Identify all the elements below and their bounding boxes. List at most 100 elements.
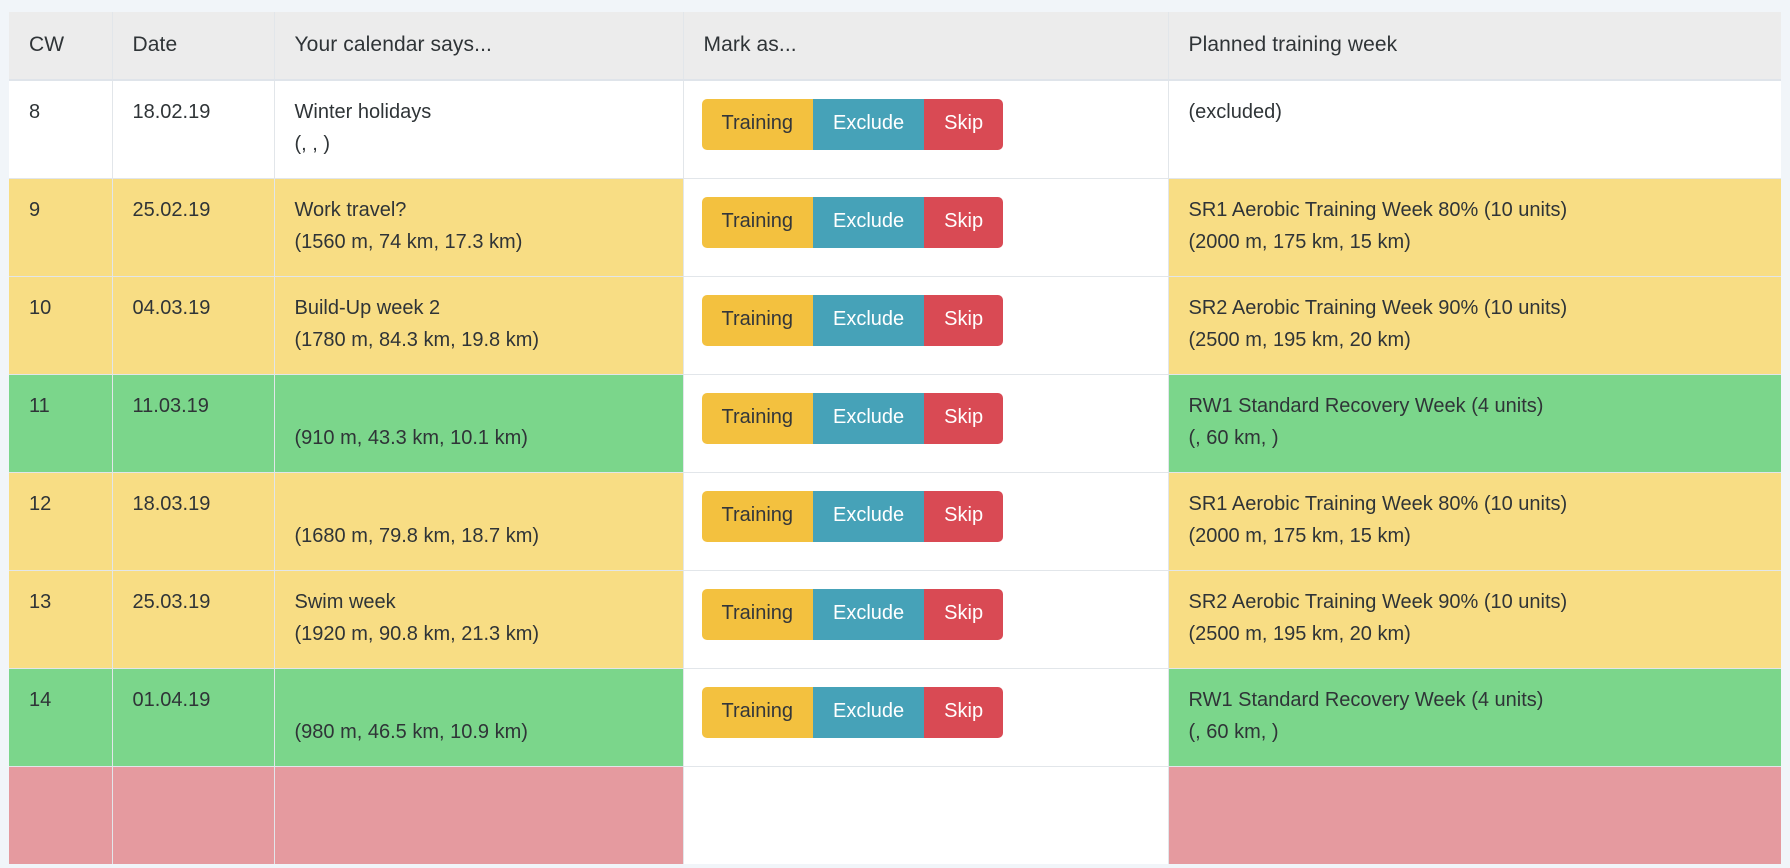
planned-week-stats: (2500 m, 195 km, 20 km): [1188, 329, 1411, 351]
mark-as-training-button[interactable]: Training: [701, 687, 814, 738]
planned-week-title: RW1 Standard Recovery Week (4 units): [1188, 395, 1544, 417]
page-root: CW Date Your calendar says... Mark as...…: [0, 0, 1790, 868]
mark-as-exclude-button[interactable]: Exclude: [813, 589, 925, 640]
cell-calendar-event: (1680 m, 79.8 km, 18.7 km): [274, 472, 684, 571]
mark-as-exclude-button[interactable]: Exclude: [813, 393, 925, 444]
cell-cw: [9, 766, 113, 864]
cell-mark-as: [683, 766, 1169, 864]
mark-as-button-group: Training Exclude Skip: [701, 99, 1004, 150]
mark-as-skip-button[interactable]: Skip: [924, 589, 1004, 640]
calendar-event-stats: (980 m, 46.5 km, 10.9 km): [294, 721, 528, 743]
table-row: 11 11.03.19 (910 m, 43.3 km, 10.1 km) Train…: [9, 374, 1781, 473]
planned-week-stats: (2000 m, 175 km, 15 km): [1188, 231, 1411, 253]
planned-week-title: RW1 Standard Recovery Week (4 units): [1188, 689, 1544, 711]
cell-date: 25.03.19: [112, 570, 275, 669]
calendar-event-title: [295, 685, 663, 716]
cell-date: 04.03.19: [112, 276, 275, 375]
cell-calendar-event: [274, 766, 684, 864]
cell-planned-training-week: SR1 Aerobic Training Week 80% (10 units)…: [1168, 472, 1781, 571]
cell-calendar-event: Winter holidays (, , ): [274, 80, 684, 179]
cell-calendar-event: (980 m, 46.5 km, 10.9 km): [274, 668, 684, 767]
table-row: 14 01.04.19 (980 m, 46.5 km, 10.9 km) Train…: [9, 668, 1781, 767]
cell-calendar-event: (910 m, 43.3 km, 10.1 km): [274, 374, 684, 473]
cell-calendar-event: Swim week (1920 m, 90.8 km, 21.3 km): [274, 570, 684, 669]
cell-planned-training-week: RW1 Standard Recovery Week (4 units) (, 6…: [1168, 374, 1781, 473]
mark-as-skip-button[interactable]: Skip: [924, 393, 1004, 444]
column-header-cw: CW: [9, 12, 113, 81]
mark-as-training-button[interactable]: Training: [701, 197, 814, 248]
planned-week-stats: [1189, 129, 1762, 160]
column-header-mark: Mark as...: [683, 12, 1169, 81]
calendar-event-title: [295, 783, 663, 814]
mark-as-exclude-button[interactable]: Exclude: [813, 687, 925, 738]
mark-as-training-button[interactable]: Training: [701, 491, 814, 542]
cell-calendar-event: Build-Up week 2 (1780 m, 84.3 km, 19.8 km…: [274, 276, 684, 375]
cell-cw: 11: [9, 374, 113, 473]
table-body: 8 18.02.19 Winter holidays (, , ) Training Ex…: [9, 80, 1781, 864]
table-row: [9, 766, 1781, 864]
cell-date: 01.04.19: [112, 668, 275, 767]
cell-cw: 13: [9, 570, 113, 669]
mark-as-exclude-button[interactable]: Exclude: [813, 99, 925, 150]
calendar-event-title: Work travel?: [294, 199, 407, 221]
calendar-event-stats: (1680 m, 79.8 km, 18.7 km): [294, 525, 540, 547]
mark-as-skip-button[interactable]: Skip: [924, 99, 1004, 150]
table-header: CW Date Your calendar says... Mark as...…: [9, 12, 1781, 81]
calendar-event-stats: [295, 815, 663, 846]
cell-mark-as: Training Exclude Skip: [683, 374, 1169, 473]
mark-as-exclude-button[interactable]: Exclude: [813, 295, 925, 346]
cell-cw: 14: [9, 668, 113, 767]
cell-mark-as: Training Exclude Skip: [683, 178, 1169, 277]
mark-as-skip-button[interactable]: Skip: [924, 197, 1004, 248]
cell-planned-training-week: (excluded): [1168, 80, 1781, 179]
table-row: 8 18.02.19 Winter holidays (, , ) Training Ex…: [9, 80, 1781, 179]
cell-planned-training-week: RW1 Standard Recovery Week (4 units) (, 6…: [1168, 668, 1781, 767]
column-header-date: Date: [112, 12, 275, 81]
mark-as-training-button[interactable]: Training: [701, 295, 814, 346]
mark-as-training-button[interactable]: Training: [701, 393, 814, 444]
cell-cw: 9: [9, 178, 113, 277]
planned-week-stats: (2000 m, 175 km, 15 km): [1188, 525, 1411, 547]
cell-planned-training-week: SR2 Aerobic Training Week 90% (10 units)…: [1168, 570, 1781, 669]
planned-week-title: SR1 Aerobic Training Week 80% (10 units): [1188, 493, 1568, 515]
mark-as-button-group: Training Exclude Skip: [701, 687, 1004, 738]
calendar-event-stats: (910 m, 43.3 km, 10.1 km): [294, 427, 528, 449]
mark-as-exclude-button[interactable]: Exclude: [813, 491, 925, 542]
mark-as-skip-button[interactable]: Skip: [924, 295, 1004, 346]
mark-as-training-button[interactable]: Training: [701, 99, 814, 150]
cell-calendar-event: Work travel? (1560 m, 74 km, 17.3 km): [274, 178, 684, 277]
cell-date: [112, 766, 275, 864]
mark-as-button-group: Training Exclude Skip: [701, 197, 1004, 248]
planned-week-stats: (2500 m, 195 km, 20 km): [1188, 623, 1411, 645]
planned-week-stats: [1189, 815, 1762, 846]
training-plan-table: CW Date Your calendar says... Mark as...…: [9, 12, 1781, 864]
planned-week-title: SR1 Aerobic Training Week 80% (10 units): [1188, 199, 1568, 221]
mark-as-skip-button[interactable]: Skip: [924, 491, 1004, 542]
calendar-event-stats: (1780 m, 84.3 km, 19.8 km): [294, 329, 540, 351]
table-row: 10 04.03.19 Build-Up week 2 (1780 m, 84.3 k…: [9, 276, 1781, 375]
cell-date: 18.02.19: [112, 80, 275, 179]
cell-mark-as: Training Exclude Skip: [683, 472, 1169, 571]
mark-as-button-group: Training Exclude Skip: [701, 491, 1004, 542]
planned-week-stats: (, 60 km, ): [1188, 721, 1279, 743]
mark-as-skip-button[interactable]: Skip: [924, 687, 1004, 738]
cell-date: 11.03.19: [112, 374, 275, 473]
planned-week-title: SR2 Aerobic Training Week 90% (10 units): [1188, 297, 1568, 319]
planned-week-title: [1189, 783, 1762, 814]
planned-week-title: (excluded): [1188, 101, 1282, 123]
mark-as-button-group: Training Exclude Skip: [701, 393, 1004, 444]
mark-as-training-button[interactable]: Training: [701, 589, 814, 640]
mark-as-exclude-button[interactable]: Exclude: [813, 197, 925, 248]
calendar-event-title: [295, 489, 663, 520]
calendar-event-stats: (, , ): [294, 133, 331, 155]
calendar-event-title: Build-Up week 2: [294, 297, 441, 319]
cell-date: 18.03.19: [112, 472, 275, 571]
calendar-event-stats: (1560 m, 74 km, 17.3 km): [294, 231, 523, 253]
calendar-event-title: Swim week: [294, 591, 396, 613]
mark-as-button-group: Training Exclude Skip: [701, 295, 1004, 346]
cell-date: 25.02.19: [112, 178, 275, 277]
cell-mark-as: Training Exclude Skip: [683, 80, 1169, 179]
cell-planned-training-week: SR1 Aerobic Training Week 80% (10 units)…: [1168, 178, 1781, 277]
cell-mark-as: Training Exclude Skip: [683, 668, 1169, 767]
calendar-event-title: Winter holidays: [294, 101, 432, 123]
